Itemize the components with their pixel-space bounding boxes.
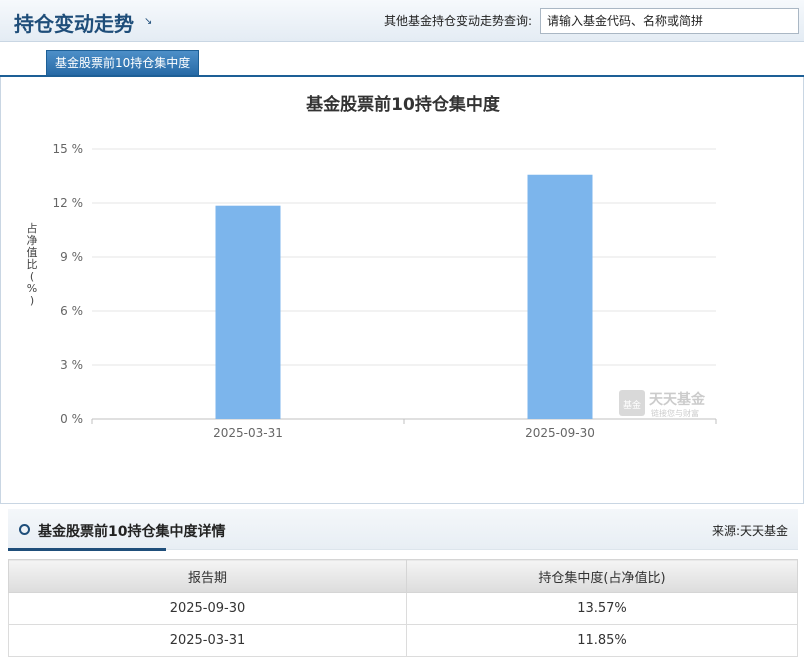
bar[interactable] [527, 174, 593, 419]
row-date: 2025-09-30 [8, 592, 407, 625]
table-header-row: 报告期 持仓集中度(占净值比) [8, 559, 798, 593]
watermark-subtext: 链接您与财富 [651, 408, 699, 418]
details-title: 基金股票前10持仓集中度详情 [38, 524, 226, 540]
chart-title: 基金股票前10持仓集中度 [305, 94, 501, 115]
details-header: 基金股票前10持仓集中度详情 来源:天天基金 [8, 509, 798, 551]
y-tick-label: 3 % [60, 358, 83, 372]
column-header-concentration: 持仓集中度(占净值比) [406, 559, 798, 593]
source-label: 来源:天天基金 [711, 524, 788, 538]
watermark-logo-text: 基金 [623, 399, 641, 411]
table-row: 2025-03-31 11.85% [8, 624, 798, 657]
y-tick-label: 6 % [60, 304, 83, 318]
details-title-underline [8, 548, 166, 551]
x-tick-label: 2025-03-31 [213, 426, 283, 440]
y-axis-label: 占 [27, 221, 38, 235]
y-tick-label: 9 % [60, 250, 83, 264]
column-header-period: 报告期 [8, 559, 407, 593]
row-date: 2025-03-31 [8, 624, 407, 657]
y-tick-label: 15 % [53, 142, 84, 156]
details-table: 报告期 持仓集中度(占净值比) 2025-09-30 13.57% 2025-0… [8, 559, 798, 657]
row-value: 11.85% [406, 624, 798, 657]
bar-chart: 基金股票前10持仓集中度 0 %3 %6 %9 %12 %15 % 占净值比(%… [27, 94, 717, 440]
table-row: 2025-09-30 13.57% [8, 592, 798, 625]
y-tick-label: 12 % [53, 196, 84, 210]
watermark-text: 天天基金 [649, 391, 706, 408]
y-axis-label: 净 [27, 233, 38, 247]
y-tick-label: 0 % [60, 412, 83, 426]
x-tick-label: 2025-09-30 [525, 426, 595, 440]
bar[interactable] [215, 205, 281, 419]
row-value: 13.57% [406, 592, 798, 625]
y-axis-label: ) [30, 294, 34, 307]
circle-icon [19, 524, 30, 535]
